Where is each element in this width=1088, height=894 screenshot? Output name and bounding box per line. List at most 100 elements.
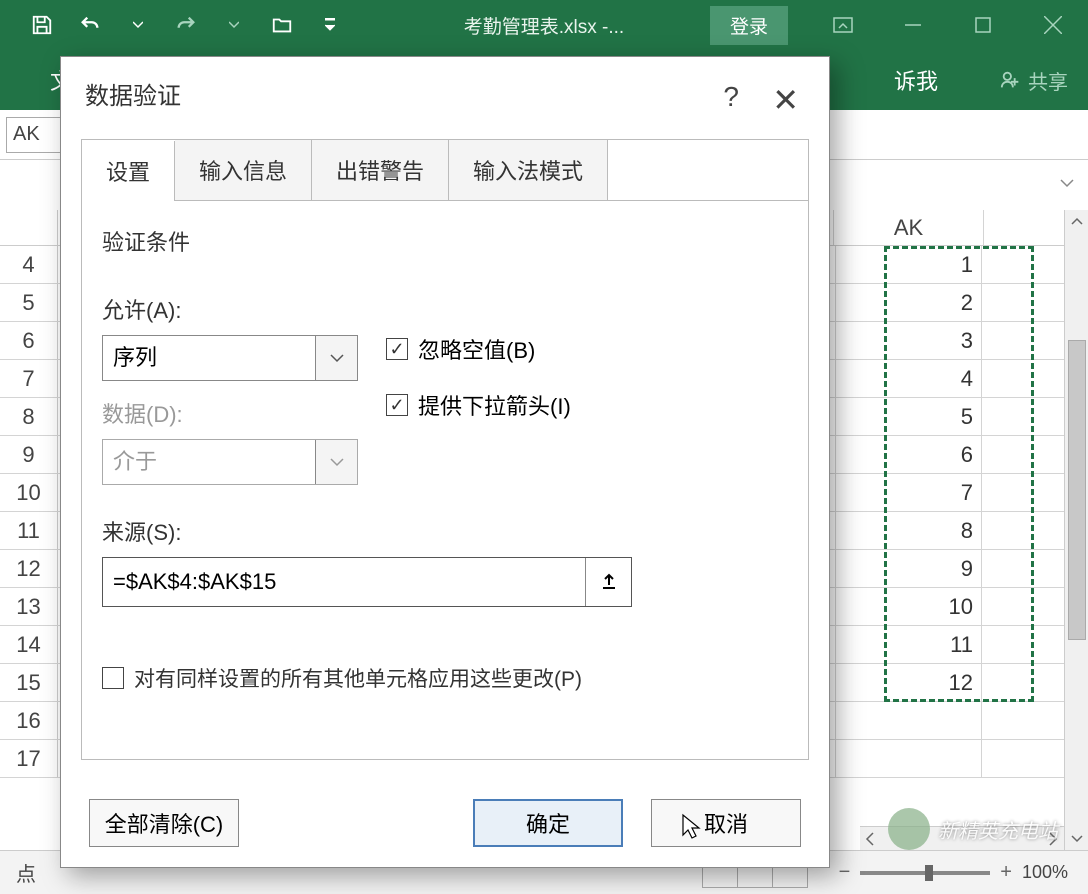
tab-settings[interactable]: 设置 [82, 141, 175, 201]
tell-me-label[interactable]: 诉我 [894, 64, 938, 96]
chevron-down-icon [315, 440, 357, 484]
validation-criteria-label: 验证条件 [102, 225, 788, 257]
row-header[interactable]: 15 [0, 664, 58, 701]
window-controls [808, 0, 1088, 50]
redo-dropdown-icon[interactable] [216, 7, 252, 43]
cell[interactable]: 3 [836, 322, 982, 359]
redo-icon[interactable] [168, 7, 204, 43]
open-icon[interactable] [264, 7, 300, 43]
share-button[interactable]: 共享 [1000, 66, 1068, 95]
name-box[interactable]: AK [6, 117, 62, 153]
watermark: 新精英充电站 [888, 808, 1058, 850]
ignore-blank-checkbox[interactable]: 忽略空值(B) [386, 333, 571, 365]
range-picker-icon[interactable] [585, 558, 631, 606]
cancel-button[interactable]: 取消 [651, 799, 801, 847]
row-header[interactable]: 7 [0, 360, 58, 397]
scroll-down-icon[interactable] [1065, 826, 1088, 850]
zoom-slider-thumb[interactable] [925, 865, 933, 881]
source-input-row [102, 557, 632, 607]
cell[interactable]: 12 [836, 664, 982, 701]
ignore-blank-label: 忽略空值(B) [418, 333, 535, 365]
dialog-close-icon[interactable]: ✕ [772, 81, 799, 119]
row-header[interactable]: 17 [0, 740, 58, 777]
tab-error-alert[interactable]: 出错警告 [312, 140, 449, 200]
data-value: 介于 [103, 440, 315, 484]
select-all-corner[interactable] [0, 210, 58, 245]
checkbox-icon [102, 667, 124, 689]
allow-dropdown[interactable]: 序列 [102, 335, 358, 381]
close-icon[interactable] [1018, 0, 1088, 50]
zoom-out-icon[interactable]: − [839, 861, 851, 884]
watermark-logo-icon [888, 808, 930, 850]
cell[interactable] [836, 702, 982, 739]
cell[interactable]: 8 [836, 512, 982, 549]
qat-more-icon[interactable] [312, 7, 348, 43]
share-icon [1000, 69, 1022, 91]
scroll-up-icon[interactable] [1065, 210, 1088, 234]
source-input[interactable] [103, 558, 585, 606]
allow-label: 允许(A): [102, 293, 358, 325]
vertical-scrollbar[interactable] [1064, 210, 1088, 850]
row-header[interactable]: 5 [0, 284, 58, 321]
clear-all-button[interactable]: 全部清除(C) [89, 799, 239, 847]
share-label: 共享 [1028, 66, 1068, 95]
zoom-slider[interactable] [860, 871, 990, 875]
settings-panel: 验证条件 允许(A): 序列 数据(D): 介于 忽略空值(B) [81, 200, 809, 760]
apply-to-all-label: 对有同样设置的所有其他单元格应用这些更改(P) [134, 663, 582, 693]
tab-input-message[interactable]: 输入信息 [175, 140, 312, 200]
row-header[interactable]: 4 [0, 246, 58, 283]
row-header[interactable]: 16 [0, 702, 58, 739]
cell[interactable]: 7 [836, 474, 982, 511]
row-header[interactable]: 14 [0, 626, 58, 663]
data-dropdown: 介于 [102, 439, 358, 485]
row-header[interactable]: 10 [0, 474, 58, 511]
row-header[interactable]: 6 [0, 322, 58, 359]
zoom-in-icon[interactable]: + [1000, 861, 1012, 884]
watermark-text: 新精英充电站 [938, 815, 1058, 844]
cell[interactable]: 9 [836, 550, 982, 587]
cell[interactable]: 6 [836, 436, 982, 473]
apply-to-all-checkbox[interactable]: 对有同样设置的所有其他单元格应用这些更改(P) [102, 663, 788, 693]
undo-icon[interactable] [72, 7, 108, 43]
maximize-icon[interactable] [948, 0, 1018, 50]
zoom-controls: − + 100% [839, 861, 1068, 884]
login-button[interactable]: 登录 [710, 6, 788, 45]
row-header[interactable]: 9 [0, 436, 58, 473]
dialog-titlebar[interactable]: 数据验证 ? ✕ [61, 57, 829, 129]
row-header[interactable]: 13 [0, 588, 58, 625]
cell[interactable]: 5 [836, 398, 982, 435]
allow-value: 序列 [103, 336, 315, 380]
data-label: 数据(D): [102, 397, 358, 429]
chevron-down-icon[interactable] [315, 336, 357, 380]
cell[interactable]: 10 [836, 588, 982, 625]
cell[interactable]: 4 [836, 360, 982, 397]
scroll-left-icon[interactable] [864, 832, 878, 846]
dialog-title: 数据验证 [85, 76, 181, 111]
cell[interactable]: 1 [836, 246, 982, 283]
checkbox-icon [386, 338, 408, 360]
tab-ime-mode[interactable]: 输入法模式 [449, 140, 608, 200]
dropdown-arrow-label: 提供下拉箭头(I) [418, 389, 571, 421]
ribbon-display-icon[interactable] [808, 0, 878, 50]
row-header[interactable]: 11 [0, 512, 58, 549]
row-header[interactable]: 12 [0, 550, 58, 587]
cell[interactable] [836, 740, 982, 777]
status-mode: 点 [0, 858, 36, 887]
zoom-percent[interactable]: 100% [1022, 862, 1068, 883]
expand-formula-bar-icon[interactable] [1060, 176, 1074, 190]
cell[interactable]: 11 [836, 626, 982, 663]
ok-button[interactable]: 确定 [473, 799, 623, 847]
save-icon[interactable] [24, 7, 60, 43]
cell[interactable]: 2 [836, 284, 982, 321]
dropdown-arrow-checkbox[interactable]: 提供下拉箭头(I) [386, 389, 571, 421]
col-header-ak[interactable]: AK [834, 210, 984, 245]
dialog-tabs: 设置 输入信息 出错警告 输入法模式 [81, 139, 809, 200]
checkbox-icon [386, 394, 408, 416]
undo-dropdown-icon[interactable] [120, 7, 156, 43]
row-header[interactable]: 8 [0, 398, 58, 435]
window-title: 考勤管理表.xlsx -... [464, 12, 624, 39]
help-icon[interactable]: ? [723, 81, 739, 113]
source-label: 来源(S): [102, 515, 788, 547]
minimize-icon[interactable] [878, 0, 948, 50]
vertical-scroll-thumb[interactable] [1068, 340, 1086, 640]
